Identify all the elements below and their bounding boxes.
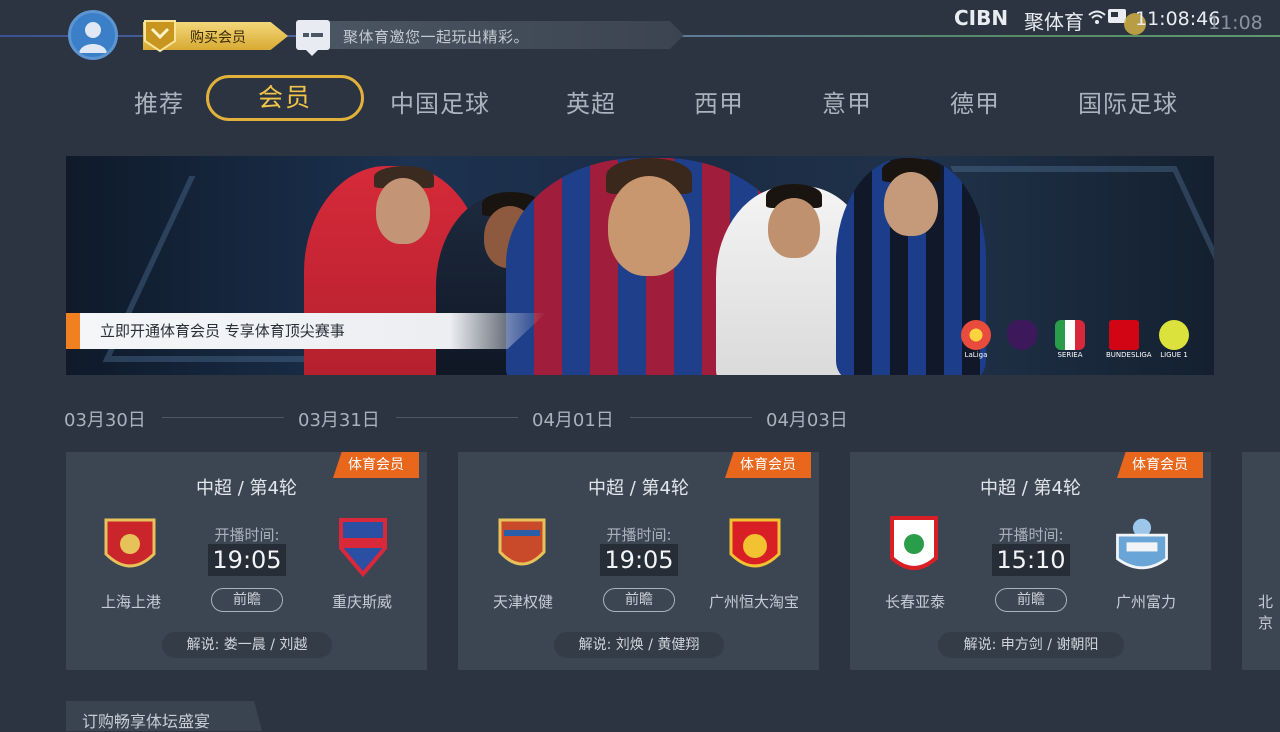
- tab-bundesliga[interactable]: 德甲: [950, 84, 1000, 119]
- buy-vip-label: 购买会员: [190, 30, 246, 46]
- commentators: 解说: 娄一晨 / 刘越: [162, 632, 332, 658]
- match-league-round: 中超 / 第4轮: [588, 478, 689, 499]
- brand-cibn-logo: CIBN: [954, 6, 1009, 30]
- laliga-logo-icon: LaLiga: [958, 320, 994, 360]
- away-team-crest-icon: [729, 518, 781, 568]
- serie-a-logo-icon: SERIEA: [1052, 320, 1088, 360]
- home-team-crest-icon: [498, 518, 546, 566]
- section-title: 订购畅享体坛盛宴: [82, 712, 211, 731]
- commentators: 解说: 申方剑 / 谢朝阳: [938, 632, 1124, 658]
- date-label[interactable]: 03月31日: [298, 406, 380, 432]
- match-card-partial[interactable]: [1242, 452, 1280, 670]
- start-time: 19:05: [208, 544, 286, 576]
- preview-button[interactable]: 前瞻: [211, 588, 283, 612]
- brand-name: 聚体育: [1024, 10, 1084, 34]
- tab-international-football[interactable]: 国际足球: [1078, 84, 1178, 119]
- premier-league-logo-icon: [1004, 320, 1040, 360]
- away-team-crest-icon: [339, 518, 387, 578]
- user-icon: [79, 22, 107, 53]
- start-time-label: 开播时间:: [998, 526, 1064, 544]
- date-label[interactable]: 04月03日: [766, 406, 848, 432]
- bundesliga-logo-icon: BUNDESLIGA: [1106, 320, 1152, 360]
- start-time: 15:10: [992, 544, 1070, 576]
- away-team-name: 广州恒大淘宝: [708, 593, 799, 611]
- preview-button[interactable]: 前瞻: [603, 588, 675, 612]
- commentators: 解说: 刘焕 / 黄健翔: [554, 632, 724, 658]
- partial-team-name: 北京: [1258, 593, 1274, 632]
- match-league-round: 中超 / 第4轮: [196, 478, 297, 499]
- home-team-crest-icon: [890, 516, 938, 570]
- vip-crown-badge-icon: [144, 20, 176, 53]
- away-team-name: 广州富力: [1115, 593, 1176, 611]
- date-label[interactable]: 04月01日: [532, 406, 614, 432]
- tab-member[interactable]: 会员: [206, 75, 364, 121]
- wifi-icon: [1088, 10, 1106, 24]
- match-league-round: 中超 / 第4轮: [980, 478, 1081, 499]
- tab-serie-a[interactable]: 意甲: [822, 84, 872, 119]
- tab-chinese-football[interactable]: 中国足球: [390, 84, 490, 119]
- ligue1-logo-icon: LIGUE 1: [1156, 320, 1192, 360]
- date-label[interactable]: 03月30日: [64, 406, 146, 432]
- start-time-label: 开播时间:: [214, 526, 280, 544]
- start-time: 19:05: [600, 544, 678, 576]
- tab-recommend[interactable]: 推荐: [134, 84, 184, 119]
- match-card[interactable]: 体育会员 中超 / 第4轮 上海上港 开播时间: 19:05 前瞻 重庆斯威 解…: [66, 452, 427, 670]
- banner-caption: 立即开通体育会员 专享体育顶尖赛事: [100, 322, 345, 340]
- clock-shadow: 11:08: [1208, 12, 1263, 34]
- home-team-crest-icon: [104, 518, 156, 568]
- away-team-name: 重庆斯威: [331, 593, 392, 611]
- user-avatar[interactable]: [68, 10, 118, 60]
- message-icon[interactable]: [296, 20, 330, 56]
- tab-la-liga[interactable]: 西甲: [694, 84, 744, 119]
- home-team-name: 长春亚泰: [884, 593, 945, 611]
- home-team-name: 上海上港: [100, 593, 161, 611]
- match-card[interactable]: 体育会员 中超 / 第4轮 长春亚泰 开播时间: 15:10 前瞻 广州富力 解…: [850, 452, 1211, 670]
- tab-premier-league[interactable]: 英超: [566, 84, 616, 119]
- date-divider: [396, 417, 518, 418]
- start-time-label: 开播时间:: [606, 526, 672, 544]
- away-team-crest-icon: [1116, 518, 1168, 570]
- vip-promo-banner[interactable]: 立即开通体育会员 专享体育顶尖赛事 LaLiga SERIEA BUNDESLI…: [66, 156, 1214, 375]
- date-divider: [630, 417, 752, 418]
- message-text: 聚体育邀您一起玩出精彩。: [343, 28, 530, 46]
- preview-button[interactable]: 前瞻: [995, 588, 1067, 612]
- match-card[interactable]: 体育会员 中超 / 第4轮 天津权健 开播时间: 19:05 前瞻 广州恒大淘宝…: [458, 452, 819, 670]
- home-team-name: 天津权健: [492, 593, 553, 611]
- date-divider: [162, 417, 284, 418]
